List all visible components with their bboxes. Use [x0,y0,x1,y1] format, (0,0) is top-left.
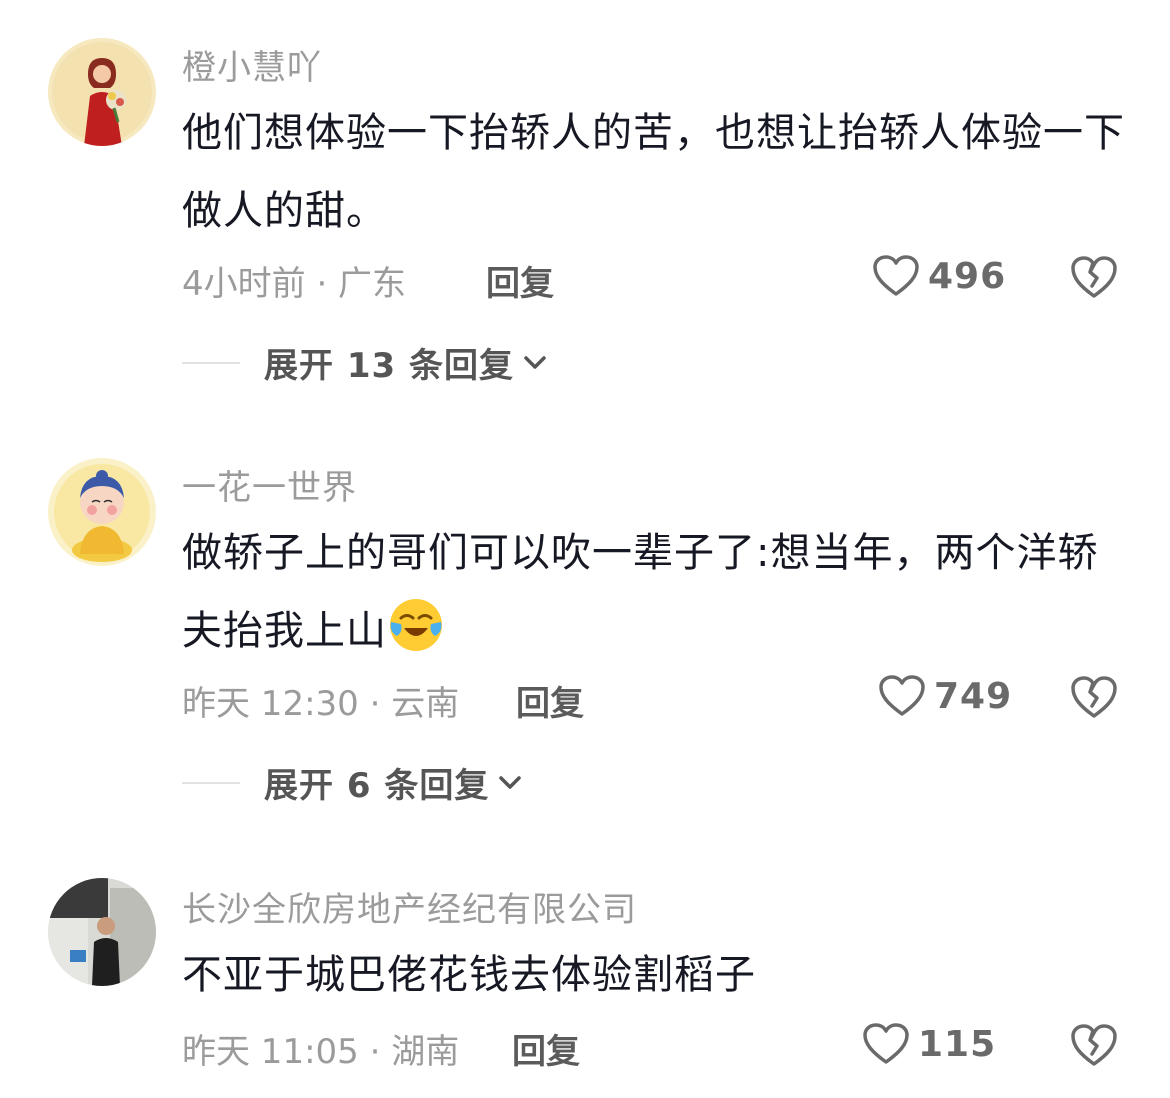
user-avatar[interactable] [48,38,156,146]
reply-button[interactable]: 回复 [486,256,554,305]
comment-text-content: 做轿子上的哥们可以吹一辈子了:想当年，两个洋轿夫抬我上山 [182,530,1099,654]
dislike-button[interactable] [1070,674,1118,720]
crying-laughing-emoji [387,596,445,654]
broken-heart-icon [1071,256,1117,298]
comment-text: 他们想体验一下抬轿人的苦，也想让抬轿人体验一下做人的甜。 [182,110,1125,234]
comment-meta: 昨天 12:30 · 云南 [182,684,460,724]
expand-replies-label: 展开 6 条回复 [264,766,490,806]
reply-button[interactable]: 回复 [516,676,584,725]
heart-icon [879,675,925,716]
comment-text: 做轿子上的哥们可以吹一辈子了:想当年，两个洋轿夫抬我上山 [182,514,1132,670]
like-button[interactable]: 496 [872,254,1006,298]
heart-icon [873,255,919,296]
divider-line [182,781,240,784]
like-button[interactable]: 115 [862,1022,996,1066]
heart-icon [863,1023,909,1064]
divider-line [182,361,240,364]
comment-meta: 4小时前 · 广东 [182,264,407,304]
like-count: 115 [918,1023,997,1065]
like-count: 496 [928,255,1007,297]
dislike-button[interactable] [1070,254,1118,300]
comment-meta: 昨天 11:05 · 湖南 [182,1032,460,1072]
like-button[interactable]: 749 [878,674,1012,718]
expand-replies-button[interactable]: 展开 6 条回复 [182,758,523,807]
dislike-button[interactable] [1070,1022,1118,1068]
user-avatar[interactable] [48,878,156,986]
chevron-down-icon [499,775,522,789]
comment-text: 不亚于城巴佬花钱去体验割稻子 [182,952,756,998]
reply-button[interactable]: 回复 [512,1024,580,1073]
user-avatar[interactable] [48,458,156,566]
broken-heart-icon [1071,676,1117,718]
expand-replies-label: 展开 13 条回复 [264,346,514,386]
comment-username[interactable]: 长沙全欣房地产经纪有限公司 [182,882,637,931]
chevron-down-icon [524,355,546,369]
comment-username[interactable]: 橙小慧吖 [182,40,322,89]
like-count: 749 [934,675,1013,717]
comment-username[interactable]: 一花一世界 [182,460,357,509]
broken-heart-icon [1071,1024,1117,1066]
expand-replies-button[interactable]: 展开 13 条回复 [182,338,548,387]
